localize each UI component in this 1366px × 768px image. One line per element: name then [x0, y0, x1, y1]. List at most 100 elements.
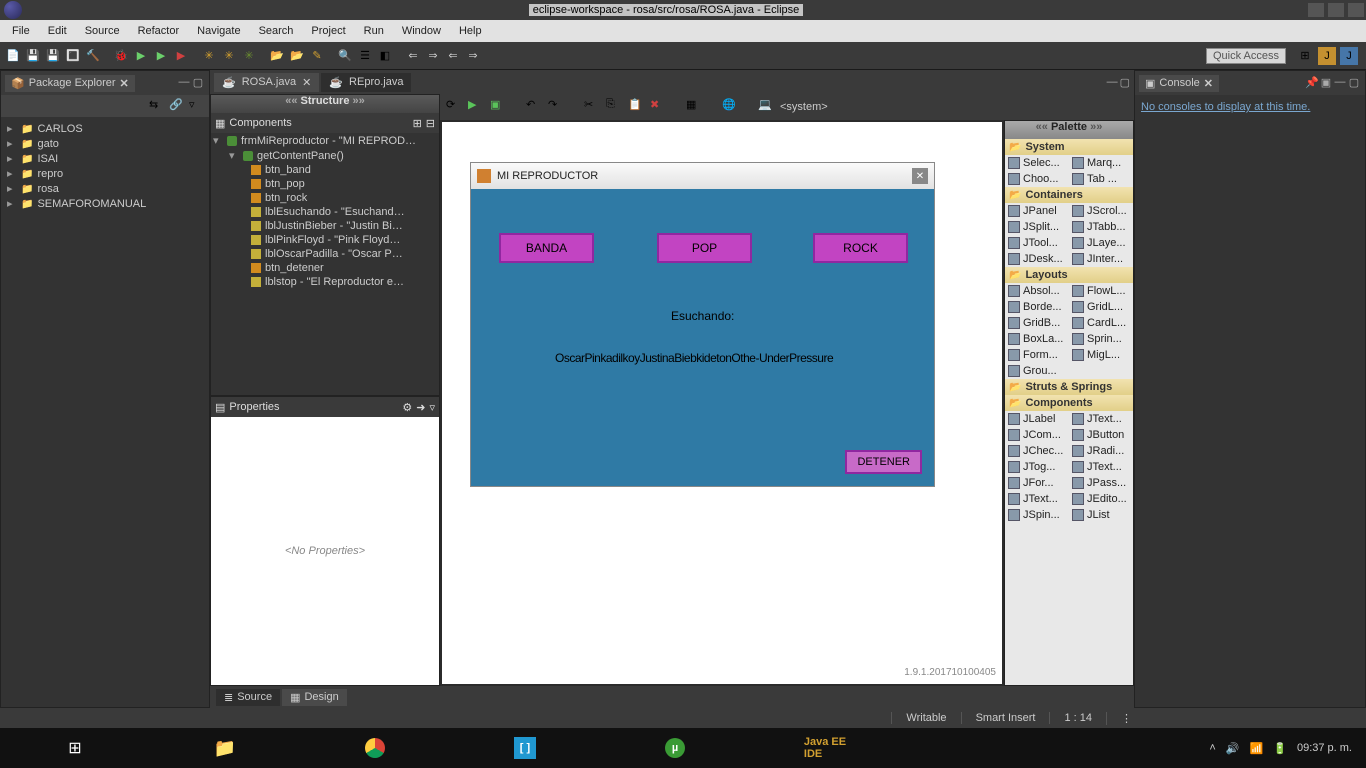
prop-action-icon[interactable]: ⚙ — [402, 401, 412, 414]
palette-item[interactable]: JText... — [1005, 491, 1069, 507]
pin-console-icon[interactable]: 📌 — [1305, 76, 1319, 90]
palette-item[interactable]: JPanel — [1005, 203, 1069, 219]
maximize-editor-icon[interactable]: ▢ — [1120, 76, 1130, 89]
menu-navigate[interactable]: Navigate — [189, 22, 248, 40]
project-item[interactable]: gato — [37, 138, 58, 150]
prop-goto-icon[interactable]: ➜ — [416, 401, 425, 414]
palette-item[interactable]: CardL... — [1069, 315, 1133, 331]
palette-item[interactable]: JCom... — [1005, 427, 1069, 443]
layout-icon[interactable]: ▦ — [686, 98, 704, 116]
palette-item[interactable]: JPass... — [1069, 475, 1133, 491]
menu-search[interactable]: Search — [251, 22, 302, 40]
palette-item[interactable]: MigL... — [1069, 347, 1133, 363]
tree-node[interactable]: lblOscarPadilla - "Oscar P… — [265, 248, 403, 260]
tree-node[interactable]: lblstop - "El Reproductor e… — [265, 276, 404, 288]
debug-icon[interactable]: 🐞 — [112, 47, 130, 65]
palette-item[interactable]: Form... — [1005, 347, 1069, 363]
back2-icon[interactable]: ⇐ — [444, 47, 462, 65]
tree-node[interactable]: btn_rock — [265, 192, 307, 204]
minimize-button[interactable] — [1308, 3, 1324, 17]
package-explorer-tree[interactable]: ▸ CARLOS ▸ gato ▸ ISAI ▸ repro ▸ rosa ▸ … — [1, 117, 209, 707]
collapse-all-icon[interactable]: ⇆ — [149, 98, 165, 114]
menu-file[interactable]: File — [4, 22, 38, 40]
banda-button[interactable]: BANDA — [499, 233, 594, 263]
palette-item[interactable]: JText... — [1069, 459, 1133, 475]
new-class-icon[interactable]: ✳ — [240, 47, 258, 65]
pop-button[interactable]: POP — [657, 233, 752, 263]
system-laf-icon[interactable]: 💻 — [758, 98, 776, 116]
palette-item[interactable]: JLaye... — [1069, 235, 1133, 251]
minimize-view-icon[interactable]: — — [177, 76, 191, 90]
tree-node[interactable]: lblPinkFloyd - "Pink Floyd… — [265, 234, 400, 246]
annotation-icon[interactable]: ◧ — [376, 47, 394, 65]
tree-node[interactable]: frmMiReproductor - "MI REPROD… — [241, 135, 416, 147]
save-all-icon[interactable]: 💾 — [44, 47, 62, 65]
package-explorer-tab[interactable]: 📦 Package Explorer ✕ — [5, 75, 135, 92]
system-tray[interactable]: ˄ 🔊 📶 🔋 09:37 p. m. — [1195, 742, 1366, 755]
save-icon[interactable]: 💾 — [24, 47, 42, 65]
build-icon[interactable]: 🔨 — [84, 47, 102, 65]
palette-item[interactable]: BoxLa... — [1005, 331, 1069, 347]
project-item[interactable]: repro — [37, 168, 63, 180]
palette-item[interactable]: GridB... — [1005, 315, 1069, 331]
structure-tree[interactable]: ▾ frmMiReproductor - "MI REPROD… ▾ getCo… — [211, 133, 439, 395]
new-java-icon[interactable]: ✳ — [200, 47, 218, 65]
design-frame[interactable]: MI REPRODUCTOR ✕ BANDA POP ROCK Esuchand… — [470, 162, 935, 487]
palette-item[interactable]: Tab ... — [1069, 171, 1133, 187]
back-icon[interactable]: ⇐ — [404, 47, 422, 65]
palette-item[interactable]: Borde... — [1005, 299, 1069, 315]
open-perspective-icon[interactable]: ⊞ — [1296, 47, 1314, 65]
menu-refactor[interactable]: Refactor — [130, 22, 188, 40]
palette-item[interactable]: JTabb... — [1069, 219, 1133, 235]
taskbar-chrome[interactable] — [300, 728, 450, 768]
quick-access-input[interactable]: Quick Access — [1206, 48, 1286, 64]
close-button[interactable] — [1348, 3, 1364, 17]
palette-item[interactable]: JTog... — [1005, 459, 1069, 475]
wifi-icon[interactable]: 📶 — [1250, 742, 1264, 755]
tree-node[interactable]: lblEsuchando - "Esuchand… — [265, 206, 405, 218]
delete-icon[interactable]: ✖ — [650, 98, 668, 116]
edit-icon[interactable]: ✎ — [308, 47, 326, 65]
palette-item[interactable]: Choo... — [1005, 171, 1069, 187]
ext-tools-icon[interactable]: ▶ — [172, 47, 190, 65]
laf-label[interactable]: <system> — [780, 101, 828, 113]
palette-item[interactable]: JButton — [1069, 427, 1133, 443]
new-icon[interactable]: 📄 — [4, 47, 22, 65]
open-task-icon[interactable]: 📂 — [288, 47, 306, 65]
close-icon[interactable]: ✕ — [120, 77, 129, 90]
taskbar-explorer[interactable]: 📁 — [150, 728, 300, 768]
switch-icon[interactable]: 🔳 — [64, 47, 82, 65]
refresh-icon[interactable]: ⟳ — [446, 98, 464, 116]
display-console-icon[interactable]: ▣ — [1319, 76, 1333, 90]
tree-node[interactable]: btn_band — [265, 164, 311, 176]
palette-item[interactable]: JEdito... — [1069, 491, 1133, 507]
palette-category[interactable]: Components — [1005, 395, 1133, 411]
tree-node[interactable]: btn_pop — [265, 178, 305, 190]
toggle-icon[interactable]: ☰ — [356, 47, 374, 65]
volume-icon[interactable]: 🔊 — [1226, 742, 1240, 755]
battery-icon[interactable]: 🔋 — [1273, 742, 1287, 755]
java-perspective-icon[interactable]: J — [1318, 47, 1336, 65]
forward-icon[interactable]: ⇒ — [424, 47, 442, 65]
undo-icon[interactable]: ↶ — [526, 98, 544, 116]
close-icon[interactable]: ✕ — [302, 76, 311, 89]
editor-tab-repro[interactable]: ☕REpro.java — [321, 73, 411, 92]
project-item[interactable]: rosa — [37, 183, 58, 195]
palette-item[interactable]: JDesk... — [1005, 251, 1069, 267]
palette-item[interactable]: JSpin... — [1005, 507, 1069, 523]
tree-node[interactable]: btn_detener — [265, 262, 324, 274]
link-editor-icon[interactable]: 🔗 — [169, 98, 185, 114]
content-pane[interactable]: BANDA POP ROCK Esuchando: OscarPinkadilk… — [471, 189, 934, 486]
palette-item[interactable]: Selec... — [1005, 155, 1069, 171]
menu-project[interactable]: Project — [303, 22, 353, 40]
console-tab[interactable]: ▣ Console ✕ — [1139, 75, 1219, 92]
detener-button[interactable]: DETENER — [845, 450, 922, 474]
palette-item[interactable]: Sprin... — [1069, 331, 1133, 347]
design-tab[interactable]: ▦Design — [282, 689, 347, 706]
palette-item[interactable]: JSplit... — [1005, 219, 1069, 235]
redo-icon[interactable]: ↷ — [548, 98, 566, 116]
tree-node[interactable]: lblJustinBieber - "Justin Bi… — [265, 220, 403, 232]
palette-item[interactable]: JTool... — [1005, 235, 1069, 251]
javaee-perspective-icon[interactable]: J — [1340, 47, 1358, 65]
palette-item[interactable]: JLabel — [1005, 411, 1069, 427]
